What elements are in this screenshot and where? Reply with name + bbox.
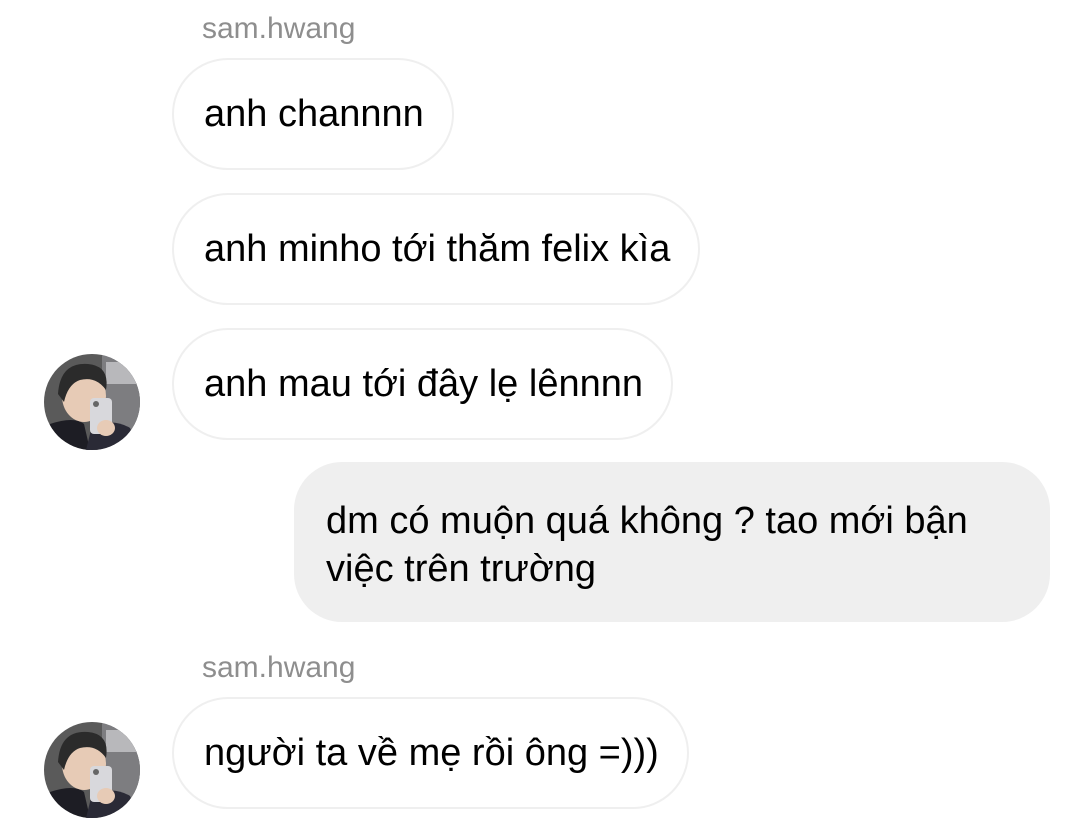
message-text: anh minho tới thăm felix kìa (204, 228, 671, 270)
sender-avatar-icon[interactable] (44, 722, 140, 818)
incoming-message-bubble[interactable]: anh channnn (172, 58, 454, 170)
message-text: anh channnn (204, 93, 424, 135)
incoming-message-bubble[interactable]: anh minho tới thăm felix kìa (172, 193, 701, 305)
incoming-message-bubble[interactable]: anh mau tới đây lẹ lênnnn (172, 328, 673, 440)
incoming-message-bubble[interactable]: người ta về mẹ rồi ông =))) (172, 697, 689, 809)
sender-avatar-icon[interactable] (44, 354, 140, 450)
outgoing-message-bubble[interactable]: dm có muộn quá không ? tao mới bận việc … (294, 462, 1050, 622)
message-text: anh mau tới đây lẹ lênnnn (204, 363, 643, 405)
sender-name: sam.hwang (202, 651, 356, 684)
message-text: người ta về mẹ rồi ông =))) (204, 732, 659, 774)
sender-name: sam.hwang (202, 12, 356, 45)
message-text: dm có muộn quá không ? tao mới bận việc … (326, 500, 968, 590)
